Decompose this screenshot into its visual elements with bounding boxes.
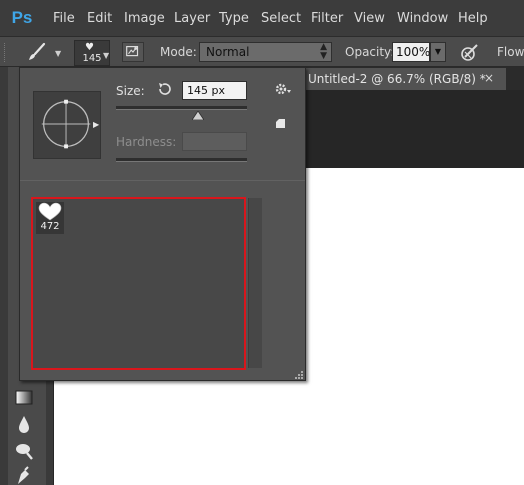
brush-angle-widget[interactable] bbox=[33, 91, 101, 159]
brush-preset-picker-panel: ▶ Size: 145 px Hardness: 472 bbox=[19, 67, 306, 381]
pen-pressure-icon bbox=[461, 44, 478, 61]
new-preset-icon[interactable] bbox=[273, 116, 287, 130]
close-tab-icon[interactable]: × bbox=[484, 71, 494, 85]
tool-preset-picker[interactable] bbox=[26, 42, 54, 62]
size-label: Size: bbox=[116, 84, 145, 98]
resize-grip-icon[interactable] bbox=[294, 370, 304, 380]
menu-filter[interactable]: Filter bbox=[311, 11, 343, 26]
heart-icon bbox=[38, 202, 62, 221]
options-bar: ▼ ♥ 145 ▼ Mode: Normal ▲ ▼ Opacity: 100% … bbox=[0, 36, 524, 67]
size-slider-thumb[interactable] bbox=[192, 111, 204, 120]
dodge-tool-icon[interactable] bbox=[12, 440, 36, 460]
opacity-input[interactable]: 100% bbox=[392, 42, 430, 62]
select-arrows-icon: ▲ ▼ bbox=[320, 42, 327, 61]
brush-preset-tile[interactable]: 472 bbox=[36, 202, 64, 234]
preset-size: 472 bbox=[40, 221, 60, 232]
blur-tool-icon[interactable] bbox=[12, 414, 36, 434]
picker-divider bbox=[20, 180, 305, 181]
opacity-slider-button[interactable]: ▼ bbox=[430, 42, 446, 62]
menu-layer[interactable]: Layer bbox=[174, 11, 210, 26]
opacity-label: Opacity: bbox=[345, 45, 395, 59]
flow-label: Flow: bbox=[497, 45, 524, 59]
tablet-pressure-opacity-button[interactable] bbox=[459, 42, 481, 62]
document-tab[interactable]: Untitled-2 @ 66.7% (RGB/8) * bbox=[306, 68, 506, 90]
gear-icon[interactable] bbox=[274, 81, 292, 97]
brush-panel-icon bbox=[126, 46, 139, 57]
menu-select[interactable]: Select bbox=[261, 11, 301, 26]
menu-image[interactable]: Image bbox=[124, 11, 165, 26]
preset-list-scrollbar[interactable] bbox=[248, 198, 262, 368]
brush-tool-icon bbox=[29, 42, 46, 60]
mode-select[interactable]: Normal ▲ ▼ bbox=[199, 42, 332, 62]
brush-angle-crosshair-icon bbox=[41, 99, 91, 149]
menu-help[interactable]: Help bbox=[458, 11, 488, 26]
hardness-slider-track bbox=[116, 158, 247, 162]
brush-preset-list[interactable]: 472 bbox=[31, 197, 246, 370]
reset-size-icon[interactable] bbox=[157, 81, 173, 97]
menu-view[interactable]: View bbox=[354, 11, 385, 26]
size-slider-track[interactable] bbox=[116, 106, 247, 110]
size-input[interactable]: 145 px bbox=[182, 81, 247, 100]
tool-preset-caret-icon[interactable]: ▼ bbox=[55, 49, 61, 58]
brush-picker-caret-icon[interactable]: ▼ bbox=[103, 51, 109, 60]
app-logo[interactable]: Ps bbox=[10, 6, 34, 30]
hardness-label: Hardness: bbox=[116, 135, 177, 149]
pen-tool-icon[interactable] bbox=[12, 466, 36, 485]
hardness-input bbox=[182, 132, 247, 151]
menu-file[interactable]: File bbox=[53, 11, 75, 26]
menu-type[interactable]: Type bbox=[219, 11, 249, 26]
mode-label: Mode: bbox=[160, 45, 197, 59]
gradient-tool-icon[interactable] bbox=[12, 388, 36, 408]
menu-window[interactable]: Window bbox=[397, 11, 448, 26]
options-bar-grip[interactable] bbox=[4, 43, 7, 62]
angle-arrow-icon[interactable]: ▶ bbox=[93, 120, 99, 129]
toggle-brush-panel-button[interactable] bbox=[122, 42, 144, 62]
menu-edit[interactable]: Edit bbox=[87, 11, 112, 26]
mode-value: Normal bbox=[206, 45, 250, 59]
menu-bar: Ps File Edit Image Layer Type Select Fil… bbox=[0, 0, 524, 36]
heart-icon: ♥ bbox=[85, 42, 94, 53]
